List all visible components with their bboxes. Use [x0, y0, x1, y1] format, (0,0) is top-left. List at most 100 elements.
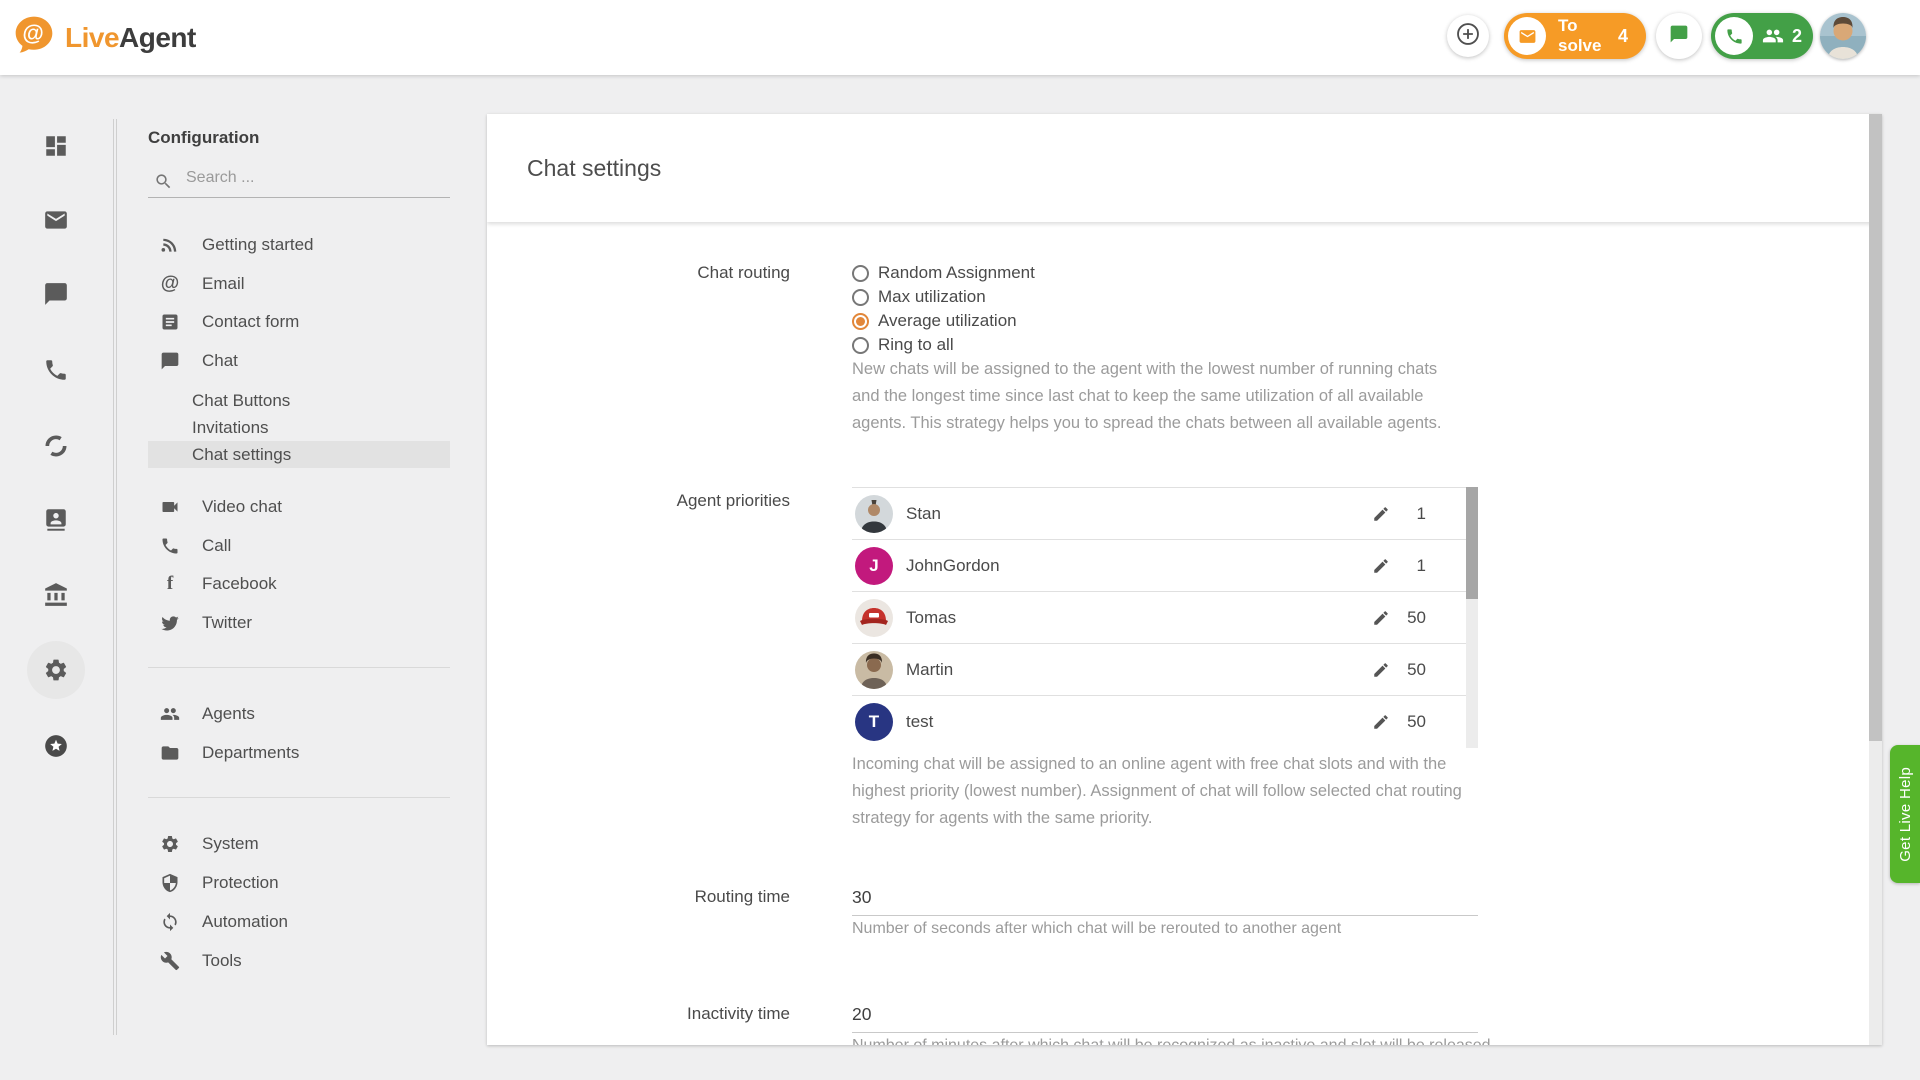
chats-button[interactable]: [1656, 13, 1702, 59]
routing-time-help: Number of seconds after which chat will …: [852, 920, 1492, 938]
dashboard-icon[interactable]: [43, 133, 69, 159]
avatar-tomas: [855, 599, 893, 637]
agent-name: JohnGordon: [906, 556, 1000, 576]
sidebar-title: Configuration: [148, 128, 259, 148]
agent-row: Tomas 50: [852, 591, 1466, 643]
settings-gear-icon[interactable]: [43, 657, 69, 683]
get-live-help-tab[interactable]: Get Live Help: [1890, 745, 1920, 883]
sidebar-item-contact-form[interactable]: Contact form: [148, 308, 450, 335]
inactivity-time-underline: [852, 1032, 1478, 1033]
sidebar-item-protection[interactable]: Protection: [148, 869, 450, 896]
sidebar-item-label: System: [202, 834, 259, 854]
agent-list-scrollbar-thumb[interactable]: [1466, 487, 1478, 599]
sidebar-item-chat-settings[interactable]: Chat settings: [148, 441, 450, 468]
sidebar-item-tools[interactable]: Tools: [148, 947, 450, 974]
sidebar-item-email[interactable]: @ Email: [148, 270, 450, 297]
sidebar-subitem-label: Invitations: [192, 418, 269, 438]
agent-priority-value: 50: [1407, 608, 1426, 628]
sync-icon: [160, 912, 180, 932]
facebook-icon: f: [160, 574, 180, 594]
sidebar-item-system[interactable]: System: [148, 830, 450, 857]
sidebar-item-label: Automation: [202, 912, 288, 932]
chats-rail-icon[interactable]: [43, 281, 69, 307]
user-avatar[interactable]: [1820, 13, 1866, 59]
call-icon: [160, 536, 180, 556]
sidebar-item-label: Tools: [202, 951, 242, 971]
logo-text: LiveAgent: [65, 22, 196, 54]
to-solve-button[interactable]: To solve 4: [1504, 13, 1646, 59]
avatar-test: T: [855, 703, 893, 741]
sidebar-item-call[interactable]: Call: [148, 532, 450, 559]
tickets-mail-icon[interactable]: [43, 207, 69, 233]
svg-text:@: @: [22, 21, 43, 46]
sidebar-item-video-chat[interactable]: Video chat: [148, 493, 450, 520]
contacts-icon[interactable]: [43, 506, 69, 532]
edit-priority-icon[interactable]: [1372, 505, 1390, 523]
to-solve-count: 4: [1618, 26, 1628, 47]
radio-max-utilization[interactable]: Max utilization: [852, 285, 986, 309]
radio-icon: [852, 337, 869, 354]
billing-bank-icon[interactable]: [43, 582, 69, 608]
radio-random-assignment[interactable]: Random Assignment: [852, 261, 1035, 285]
folder-icon: [160, 743, 180, 763]
sidebar-item-getting-started[interactable]: Getting started: [148, 231, 450, 258]
search-underline: [148, 197, 450, 198]
plus-circle-icon: [1455, 21, 1481, 52]
agent-name: Martin: [906, 660, 953, 680]
edit-priority-icon[interactable]: [1372, 661, 1390, 679]
sidebar-item-facebook[interactable]: f Facebook: [148, 570, 450, 597]
edit-priority-icon[interactable]: [1372, 557, 1390, 575]
sidebar-item-chat[interactable]: Chat: [148, 347, 450, 374]
radio-label: Random Assignment: [878, 263, 1035, 283]
agent-name: test: [906, 712, 933, 732]
radio-icon: [852, 289, 869, 306]
loop-icon[interactable]: [43, 433, 69, 459]
agent-priorities-description: Incoming chat will be assigned to an onl…: [852, 751, 1474, 832]
panel-scrollbar-thumb[interactable]: [1869, 114, 1882, 741]
sidebar-item-invitations[interactable]: Invitations: [148, 414, 450, 441]
sidebar-item-label: Agents: [202, 704, 255, 724]
radio-ring-to-all[interactable]: Ring to all: [852, 333, 954, 357]
shield-icon: [160, 873, 180, 893]
radio-average-utilization[interactable]: Average utilization: [852, 309, 1017, 333]
sidebar-item-agents[interactable]: Agents: [148, 700, 450, 727]
liveagent-logo[interactable]: @ LiveAgent: [12, 13, 196, 62]
radio-selected-icon: [852, 313, 869, 330]
panel-scrollbar[interactable]: [1869, 114, 1882, 1045]
radio-label: Max utilization: [878, 287, 986, 307]
calls-rail-icon[interactable]: [43, 357, 69, 383]
sidebar-item-automation[interactable]: Automation: [148, 908, 450, 935]
panel-header: Chat settings: [487, 114, 1882, 222]
agent-priorities-label: Agent priorities: [487, 491, 790, 511]
page-title: Chat settings: [527, 155, 661, 182]
inactivity-time-input[interactable]: [852, 1004, 1478, 1025]
sidebar-item-label: Email: [202, 274, 245, 294]
sidebar-item-label: Getting started: [202, 235, 314, 255]
sidebar-item-label: Departments: [202, 743, 299, 763]
agent-priority-value: 50: [1407, 660, 1426, 680]
edit-priority-icon[interactable]: [1372, 609, 1390, 627]
edit-priority-icon[interactable]: [1372, 713, 1390, 731]
sidebar-item-twitter[interactable]: Twitter: [148, 609, 450, 636]
mail-icon: [1508, 17, 1546, 55]
routing-time-input[interactable]: [852, 887, 1478, 908]
agent-priority-value: 1: [1417, 504, 1426, 524]
get-live-help-label: Get Live Help: [1897, 767, 1914, 862]
agent-row: Martin 50: [852, 643, 1466, 695]
videocam-icon: [160, 497, 180, 517]
routing-time-underline: [852, 915, 1478, 916]
sidebar-item-label: Chat: [202, 351, 238, 371]
twitter-icon: [160, 613, 180, 633]
star-badge-icon[interactable]: [43, 733, 69, 759]
add-button[interactable]: [1447, 15, 1489, 57]
wrench-icon: [160, 951, 180, 971]
radio-label: Ring to all: [878, 335, 954, 355]
sidebar-item-departments[interactable]: Departments: [148, 739, 450, 766]
avatar-johngordon: J: [855, 547, 893, 585]
search-input[interactable]: [186, 169, 436, 187]
sidebar-item-chat-buttons[interactable]: Chat Buttons: [148, 387, 450, 414]
chat-routing-label: Chat routing: [487, 263, 790, 283]
calls-button[interactable]: 2: [1711, 13, 1813, 59]
agent-name: Stan: [906, 504, 941, 524]
agent-list-scrollbar[interactable]: [1466, 487, 1478, 748]
